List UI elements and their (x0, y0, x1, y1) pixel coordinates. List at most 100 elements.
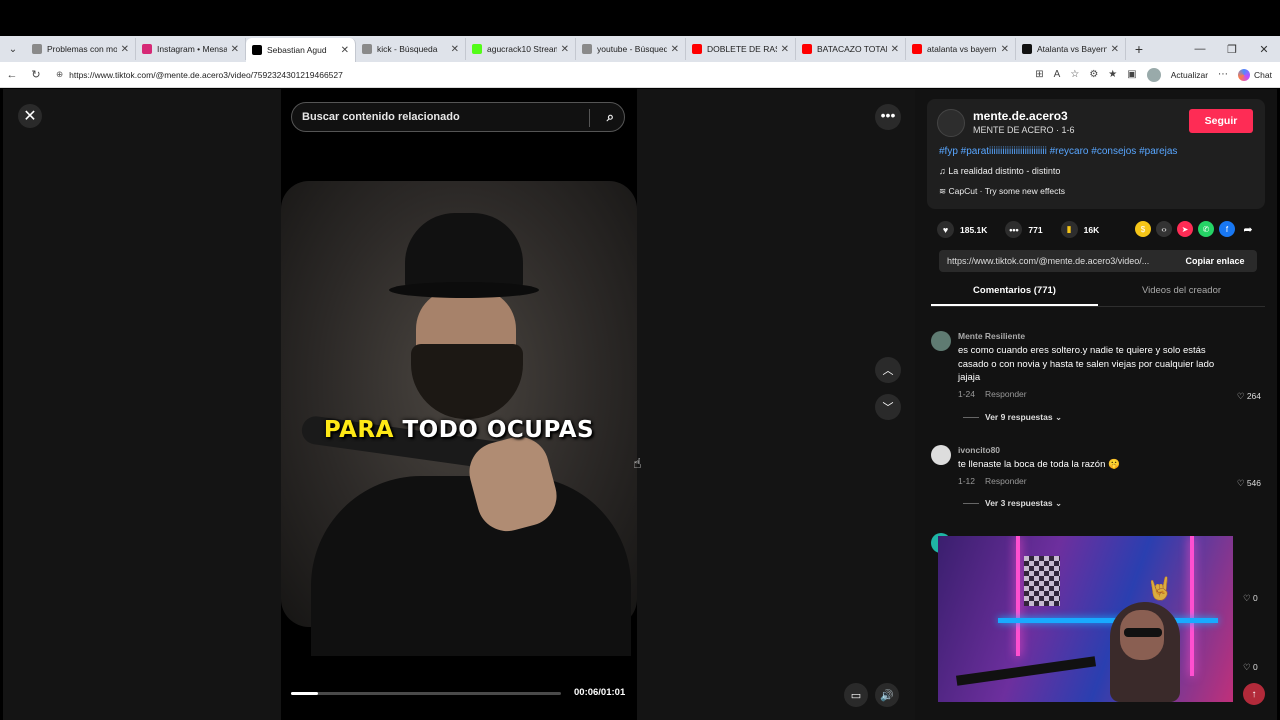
collections-icon[interactable]: ▣ (1127, 69, 1136, 80)
tab-close-icon[interactable]: ✕ (1111, 44, 1119, 55)
tab-favicon-icon (362, 44, 372, 54)
tab-comments[interactable]: Comentarios (771) (931, 285, 1098, 306)
coin-icon[interactable]: $ (1135, 221, 1151, 237)
pip-button[interactable]: ▭ (844, 683, 868, 707)
video-music[interactable]: ♫ La realidad distinto - distinto (939, 166, 1060, 176)
commenter-name[interactable]: Mente Resiliente (958, 331, 1025, 341)
favorite-star-icon[interactable]: ☆ (1070, 69, 1079, 80)
tab-close-icon[interactable]: ✕ (1001, 44, 1009, 55)
follow-button[interactable]: Seguir (1189, 109, 1253, 133)
browser-tab[interactable]: Atalanta vs Bayern M ✕ (1016, 38, 1126, 60)
minimize-icon[interactable]: — (1184, 43, 1216, 56)
chat-label: Chat (1254, 69, 1272, 80)
tab-close-icon[interactable]: ✕ (781, 44, 789, 55)
share-buttons: $ ‹› ➤ ✆ f ➦ (1135, 221, 1256, 237)
bookmark-icon[interactable]: ▮ (1060, 221, 1078, 238)
share-arrow-icon[interactable]: ➦ (1240, 221, 1256, 237)
tab-close-icon[interactable]: ✕ (451, 44, 459, 55)
reply-button[interactable]: Responder (985, 476, 1027, 486)
favorites-icon[interactable]: ★ (1108, 69, 1117, 80)
comment-date: 1-24 (958, 389, 976, 399)
browser-tab[interactable]: youtube - Búsqueda ✕ (576, 38, 686, 60)
whatsapp-icon[interactable]: ✆ (1198, 221, 1214, 237)
search-icon[interactable]: ⌕ (607, 109, 614, 125)
tab-favicon-icon (1022, 44, 1032, 54)
browser-tab[interactable]: atalanta vs bayern m ✕ (906, 38, 1016, 60)
tab-close-icon[interactable]: ✕ (561, 44, 569, 55)
reload-icon[interactable]: ↻ (24, 68, 48, 81)
comment-item: Mente Resiliente es como cuando eres sol… (931, 331, 1265, 426)
video-player[interactable]: PARA TODO OCUPAS Buscar contenido relaci… (281, 89, 637, 720)
share-link-url[interactable]: https://www.tiktok.com/@mente.de.acero3/… (947, 256, 1149, 266)
browser-tab-active[interactable]: Sebastian Agud ✕ (246, 38, 356, 62)
browser-tab[interactable]: agucrack10 Stream ✕ (466, 38, 576, 60)
tab-favicon-icon (142, 44, 152, 54)
browser-tab[interactable]: Problemas con mou ✕ (26, 38, 136, 60)
close-window-icon[interactable]: ✕ (1248, 43, 1280, 56)
translate-icon[interactable]: A (1054, 69, 1061, 80)
comment-likes[interactable]: ♡ 0 (1243, 662, 1258, 673)
extensions-icon[interactable]: ⚙ (1089, 69, 1098, 80)
tab-favicon-icon (912, 44, 922, 54)
profile-avatar[interactable] (1146, 67, 1161, 82)
video-progress-bar[interactable] (291, 692, 561, 695)
reply-button[interactable]: Responder (985, 389, 1027, 399)
tab-close-icon[interactable]: ✕ (121, 44, 129, 55)
related-search-input[interactable]: Buscar contenido relacionado ⌕ (291, 102, 625, 132)
creator-username[interactable]: mente.de.acero3 (973, 109, 1068, 123)
engagement-stats: ♥ 185.1K ••• 771 ▮ 16K (937, 221, 1111, 238)
back-icon[interactable]: ← (0, 69, 24, 81)
browser-tab[interactable]: Instagram • Mensaje ✕ (136, 38, 246, 60)
comment-likes[interactable]: ♡ 0 (1243, 593, 1258, 604)
tab-close-icon[interactable]: ✕ (341, 45, 349, 56)
tab-close-icon[interactable]: ✕ (671, 44, 679, 55)
embed-icon[interactable]: ‹› (1156, 221, 1172, 237)
video-hashtags[interactable]: #fyp #paratiiiiiiiiiiiiiiiiiiiiiiiiii #r… (939, 146, 1259, 157)
tab-list-icon[interactable]: ⌄ (0, 36, 26, 62)
comment-likes[interactable]: ♡ 546 (1237, 478, 1261, 489)
chevron-up-icon: ︿ (882, 365, 894, 377)
creator-avatar[interactable] (937, 109, 965, 137)
tab-title: atalanta vs bayern m (927, 44, 997, 54)
comment-meta: 1-12 Responder (958, 476, 1027, 486)
next-video-button[interactable]: ﹀ (875, 394, 901, 420)
tab-title: BATACAZO TOTAL: G (817, 44, 887, 54)
scroll-top-button[interactable]: ↑ (1243, 683, 1265, 705)
send-icon[interactable]: ➤ (1177, 221, 1193, 237)
like-icon[interactable]: ♥ (937, 221, 954, 238)
view-replies-button[interactable]: Ver 9 respuestas ⌄ (963, 412, 1062, 423)
video-effect[interactable]: ≋ CapCut · Try some new effects (939, 186, 1065, 197)
copy-link-button[interactable]: Copiar enlace (1173, 256, 1257, 266)
update-button[interactable]: Actualizar (1171, 70, 1208, 80)
previous-video-button[interactable]: ︿ (875, 357, 901, 383)
chevron-down-icon: ⌄ (1054, 412, 1063, 422)
facebook-icon[interactable]: f (1219, 221, 1235, 237)
new-tab-icon[interactable]: + (1126, 41, 1152, 57)
tab-creator-videos[interactable]: Videos del creador (1098, 285, 1265, 306)
url-field[interactable]: ⊕ https://www.tiktok.com/@mente.de.acero… (56, 69, 343, 80)
more-options-icon[interactable]: ••• (875, 104, 901, 130)
browser-tab[interactable]: DOBLETE DE RASHF ✕ (686, 38, 796, 60)
close-video-button[interactable]: ✕ (18, 104, 42, 128)
commenter-avatar[interactable] (931, 445, 951, 465)
comment-like-count: 264 (1246, 391, 1261, 401)
site-info-icon[interactable]: ⊕ (56, 69, 63, 80)
tab-close-icon[interactable]: ✕ (231, 44, 239, 55)
volume-button[interactable]: 🔊 (875, 683, 899, 707)
tab-favicon-icon (692, 44, 702, 54)
apps-icon[interactable]: ⊞ (1035, 69, 1043, 80)
comment-icon[interactable]: ••• (1005, 221, 1023, 238)
comment-likes[interactable]: ♡ 264 (1237, 391, 1261, 402)
tab-close-icon[interactable]: ✕ (891, 44, 899, 55)
browser-tab[interactable]: BATACAZO TOTAL: G ✕ (796, 38, 906, 60)
restore-icon[interactable]: ❐ (1216, 43, 1248, 56)
more-menu-icon[interactable]: ⋯ (1218, 69, 1228, 80)
effect-label: CapCut · Try some new effects (948, 186, 1066, 196)
browser-tab[interactable]: kick - Búsqueda ✕ (356, 38, 466, 60)
chat-button[interactable]: Chat (1238, 68, 1272, 81)
tab-title: youtube - Búsqueda (597, 44, 667, 54)
view-replies-button[interactable]: Ver 3 respuestas ⌄ (963, 498, 1062, 509)
webcam-person-glasses (1124, 628, 1162, 637)
commenter-avatar[interactable] (931, 331, 951, 351)
commenter-name[interactable]: ivoncito80 (958, 445, 1000, 455)
